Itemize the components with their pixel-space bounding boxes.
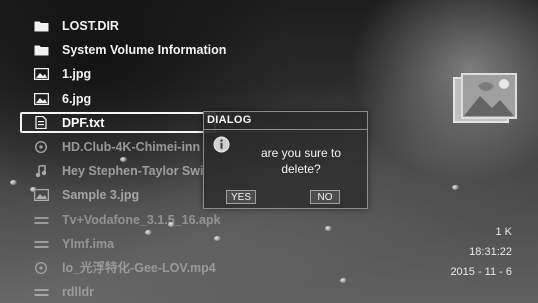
no-button[interactable]: NO xyxy=(310,190,340,204)
apk-file-icon xyxy=(33,214,49,226)
water-droplet xyxy=(340,278,347,283)
folder-icon xyxy=(33,44,49,56)
info-icon xyxy=(213,136,230,153)
file-name: System Volume Information xyxy=(62,43,227,58)
image-file-icon xyxy=(33,68,49,81)
video-file-icon xyxy=(33,261,49,274)
generic-file-icon xyxy=(33,286,49,298)
file-size: 1 K xyxy=(495,226,512,238)
delete-confirm-dialog: DIALOG are you sure to delete? YES NO xyxy=(203,111,368,209)
folder-icon xyxy=(33,20,49,32)
yes-button[interactable]: YES xyxy=(226,190,256,204)
file-row[interactable]: System Volume Information xyxy=(0,38,360,62)
dialog-divider xyxy=(204,129,367,130)
file-row[interactable]: 1.jpg xyxy=(0,62,360,86)
dialog-title: DIALOG xyxy=(207,114,252,126)
file-row[interactable]: rdlldr xyxy=(0,280,360,303)
media-player-screen: LOST.DIR System Volume Information 1.jpg 6.… xyxy=(0,0,538,303)
file-row[interactable]: 6.jpg xyxy=(0,87,360,111)
water-droplet xyxy=(10,180,17,185)
file-info-panel: 1 K 18:31:22 2015 - 11 - 6 xyxy=(450,222,512,282)
image-file-icon xyxy=(33,92,49,105)
water-droplet xyxy=(120,157,127,162)
file-name: Tv+Vodafone_3.1.5_16.apk xyxy=(62,212,221,227)
music-file-icon xyxy=(33,164,49,177)
file-row[interactable]: Ylmf.ima xyxy=(0,232,360,256)
water-droplet xyxy=(30,187,37,192)
file-name: 6.jpg xyxy=(62,91,92,106)
file-row[interactable]: Tv+Vodafone_3.1.5_16.apk xyxy=(0,208,360,232)
file-name: Sample 3.jpg xyxy=(62,188,140,203)
video-file-icon xyxy=(33,140,49,153)
text-file-icon xyxy=(33,116,49,130)
file-name: Hey Stephen-Taylor Swi xyxy=(62,164,204,179)
water-droplet xyxy=(325,226,332,231)
file-time: 18:31:22 xyxy=(469,246,512,258)
file-name: rdlldr xyxy=(62,285,94,300)
selection-highlight xyxy=(20,111,216,133)
file-name: lo_光浮特化-Gee-LOV.mp4 xyxy=(62,260,216,275)
file-name: Ylmf.ima xyxy=(62,236,115,251)
water-droplet xyxy=(168,222,175,227)
water-droplet xyxy=(452,185,459,190)
dialog-message-line-2: delete? xyxy=(281,162,321,176)
water-droplet xyxy=(145,230,152,235)
file-row[interactable]: LOST.DIR xyxy=(0,14,360,38)
file-name: HD.Club-4K-Chimei-inn xyxy=(62,139,201,154)
file-name: 1.jpg xyxy=(62,67,92,82)
generic-file-icon xyxy=(33,238,49,250)
picture-thumbnail-icon xyxy=(448,72,522,128)
dialog-message: are you sure to delete? xyxy=(240,145,362,177)
file-name: DPF.txt xyxy=(62,115,105,130)
file-name: LOST.DIR xyxy=(62,19,119,33)
water-droplet xyxy=(214,236,221,241)
dialog-message-line-1: are you sure to xyxy=(260,146,342,160)
file-date: 2015 - 11 - 6 xyxy=(450,266,512,278)
file-row[interactable]: lo_光浮特化-Gee-LOV.mp4 xyxy=(0,256,360,280)
